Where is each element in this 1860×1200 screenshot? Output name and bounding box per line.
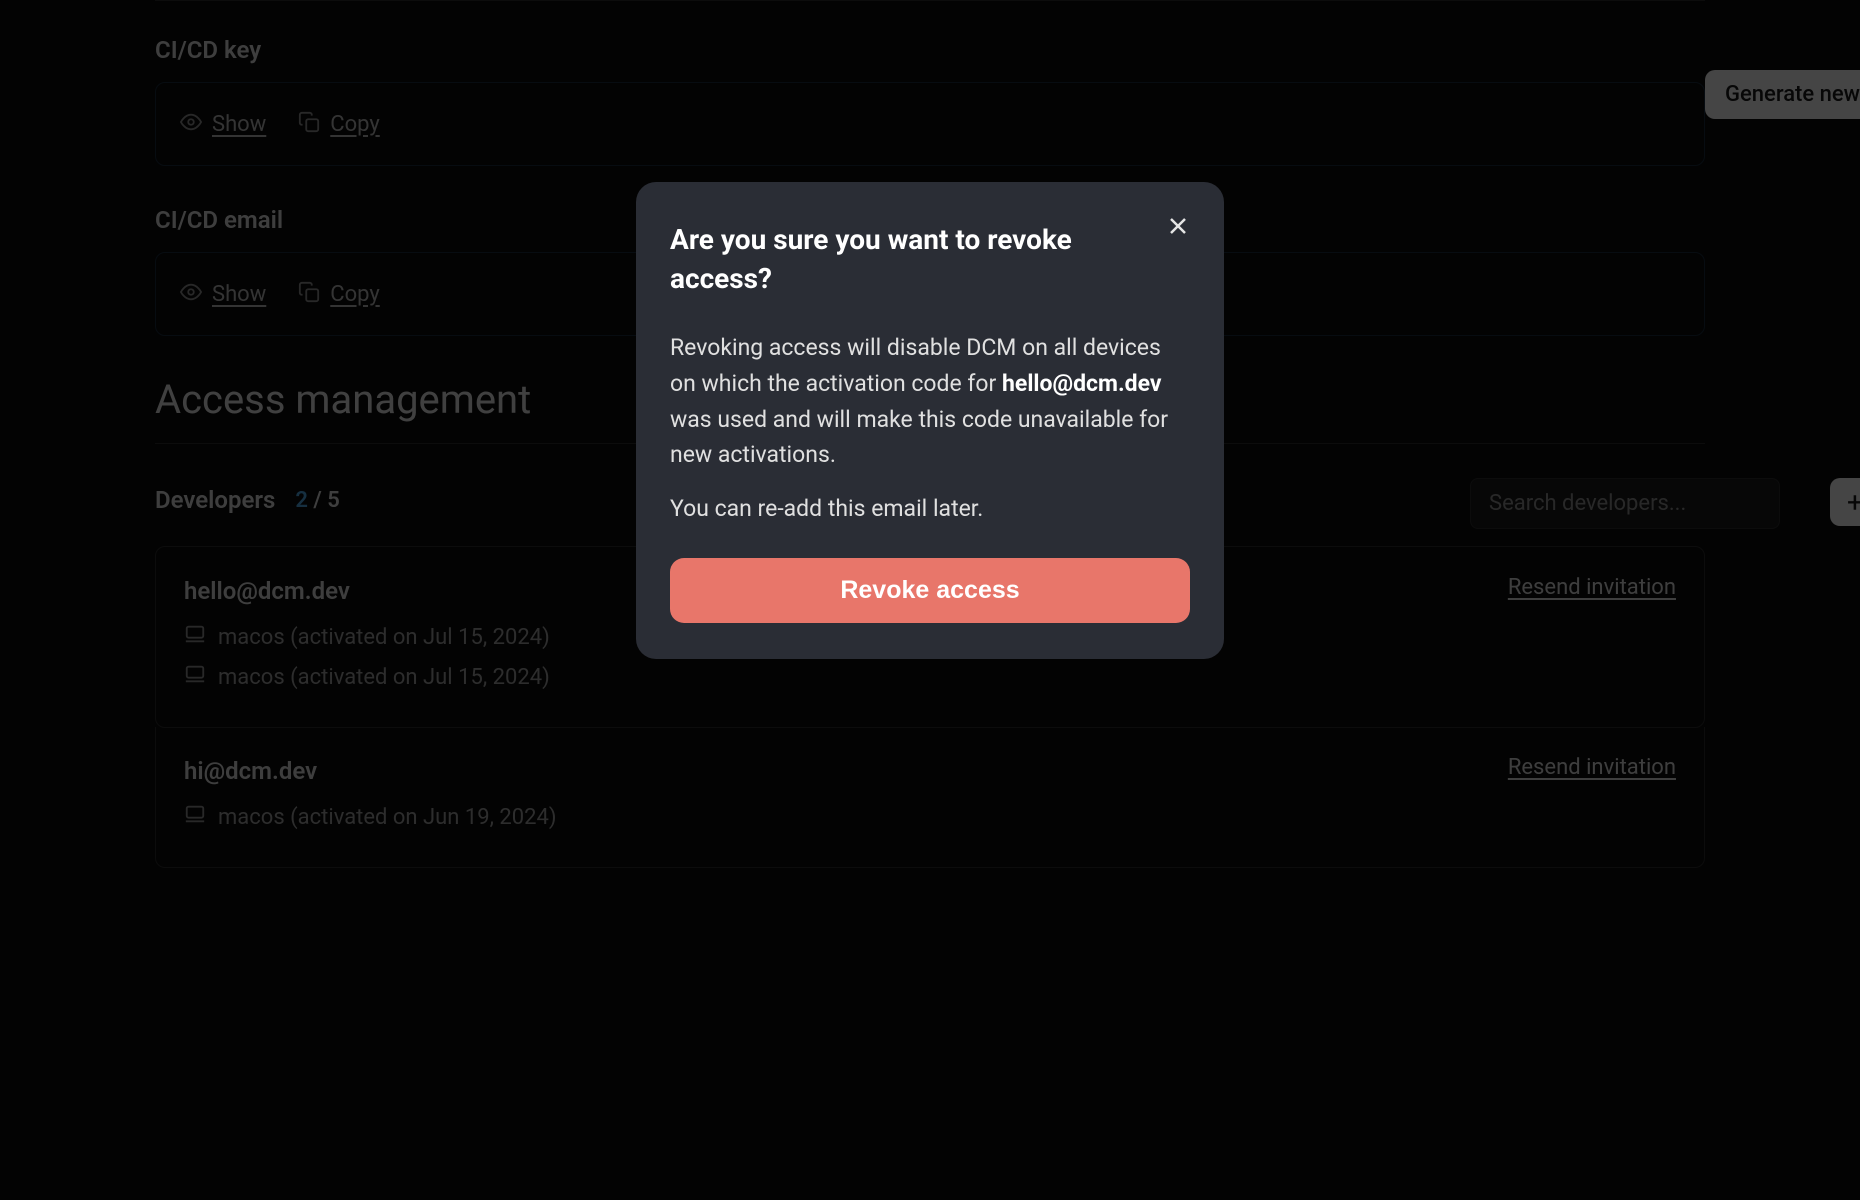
- modal-body-secondary: You can re-add this email later.: [670, 495, 1190, 522]
- modal-overlay: Are you sure you want to revoke access? …: [0, 0, 1860, 1200]
- revoke-access-button[interactable]: Revoke access: [670, 558, 1190, 623]
- revoke-access-modal: Are you sure you want to revoke access? …: [636, 182, 1224, 659]
- close-button[interactable]: [1166, 214, 1194, 242]
- close-icon: [1166, 223, 1190, 242]
- modal-body: Revoking access will disable DCM on all …: [670, 330, 1190, 473]
- modal-title: Are you sure you want to revoke access?: [670, 220, 1190, 298]
